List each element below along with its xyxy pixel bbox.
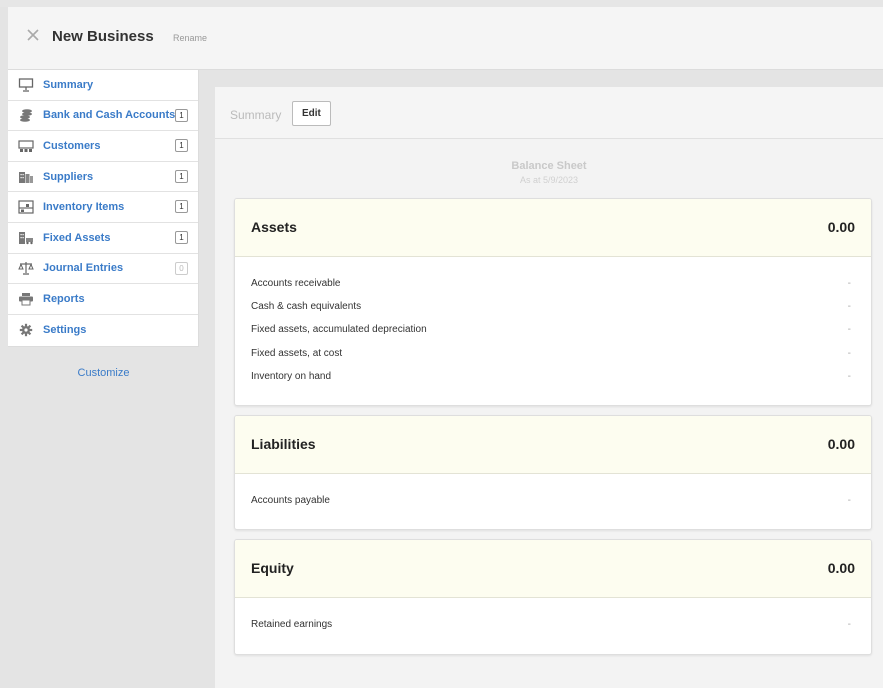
account-name[interactable]: Accounts receivable <box>251 278 341 289</box>
count-badge: 0 <box>175 261 188 275</box>
section-title: Equity <box>251 560 294 576</box>
account-row[interactable]: Fixed assets, at cost - <box>235 348 871 371</box>
account-value: - <box>847 619 851 630</box>
sidebar-item-bank-and-cash-accounts[interactable]: Bank and Cash Accounts 1 <box>8 101 198 132</box>
coins-icon <box>17 108 34 123</box>
sidebar-item-inventory-items[interactable]: Inventory Items 1 <box>8 192 198 223</box>
account-name[interactable]: Fixed assets, accumulated depreciation <box>251 324 427 335</box>
breadcrumb: Summary <box>230 108 282 122</box>
sidebar-item-suppliers[interactable]: Suppliers 1 <box>8 162 198 193</box>
report-title: Balance Sheet <box>511 160 587 172</box>
top-strip <box>0 0 883 7</box>
count-badge: 1 <box>175 169 188 183</box>
account-value: - <box>847 347 851 359</box>
account-row[interactable]: Accounts receivable - <box>235 278 871 301</box>
section-header: Assets 0.00 <box>235 199 871 257</box>
customize-link[interactable]: Customize <box>8 367 199 379</box>
business-name: New Business <box>52 28 154 45</box>
account-row[interactable]: Fixed assets, accumulated depreciation - <box>235 324 871 347</box>
sidebar-item-journal-entries[interactable]: Journal Entries 0 <box>8 254 198 285</box>
section-total: 0.00 <box>827 219 855 235</box>
sidebar-item-label: Fixed Assets <box>43 231 111 244</box>
account-row[interactable]: Retained earnings - <box>235 619 871 642</box>
section-total: 0.00 <box>827 436 855 452</box>
sidebar-item-customers[interactable]: Customers 1 <box>8 131 198 162</box>
count-badge: 1 <box>175 108 188 122</box>
section-equity: Equity 0.00 Retained earnings - <box>234 539 872 655</box>
fixed-assets-icon <box>17 231 34 245</box>
sidebar-item-summary[interactable]: Summary <box>8 70 198 101</box>
sidebar-item-settings[interactable]: Settings <box>8 315 198 346</box>
main-panel: Summary Edit Balance Sheet As at 5/9/202… <box>215 87 883 688</box>
count-badge: 1 <box>175 230 188 244</box>
sidebar-item-fixed-assets[interactable]: Fixed Assets 1 <box>8 223 198 254</box>
account-name[interactable]: Cash & cash equivalents <box>251 301 361 312</box>
sidebar-item-label: Journal Entries <box>43 262 124 275</box>
account-name[interactable]: Accounts payable <box>251 495 330 506</box>
account-name[interactable]: Retained earnings <box>251 619 332 630</box>
count-badge: 1 <box>175 200 188 214</box>
section-header: Equity 0.00 <box>235 540 871 598</box>
account-row[interactable]: Inventory on hand - <box>235 371 871 394</box>
account-value: - <box>847 278 851 289</box>
account-value: - <box>847 370 851 382</box>
report-date: As at 5/9/2023 <box>519 175 579 185</box>
presentation-board-icon <box>17 78 34 92</box>
sidebar-item-label: Customers <box>43 139 101 152</box>
account-value: - <box>847 324 851 336</box>
scales-icon <box>17 261 34 276</box>
rename-link[interactable]: Rename <box>173 33 207 43</box>
gear-icon <box>17 323 34 337</box>
printer-icon <box>17 292 34 306</box>
sidebar-item-reports[interactable]: Reports <box>8 284 198 315</box>
account-row[interactable]: Accounts payable - <box>235 495 871 518</box>
customers-icon <box>17 139 34 153</box>
count-badge: 1 <box>175 139 188 153</box>
sidebar-item-label: Bank and Cash Accounts <box>43 109 176 122</box>
edit-button[interactable]: Edit <box>292 101 331 126</box>
sidebar-item-label: Suppliers <box>43 170 94 183</box>
section-assets: Assets 0.00 Accounts receivable - Cash &… <box>234 198 872 406</box>
sidebar-item-label: Settings <box>43 324 87 337</box>
account-row[interactable]: Cash & cash equivalents - <box>235 301 871 324</box>
section-header: Liabilities 0.00 <box>235 416 871 474</box>
business-header: New Business Rename <box>8 7 883 70</box>
section-title: Assets <box>251 219 297 235</box>
section-total: 0.00 <box>827 560 855 576</box>
close-icon[interactable] <box>25 27 41 43</box>
sidebar: Summary Bank and Cash Accounts 1 Custome… <box>8 70 199 347</box>
sidebar-item-label: Reports <box>43 292 85 305</box>
sidebar-item-label: Summary <box>43 78 94 91</box>
account-value: - <box>847 301 851 313</box>
section-title: Liabilities <box>251 436 316 452</box>
inventory-icon <box>17 200 34 214</box>
account-value: - <box>847 495 851 506</box>
account-name[interactable]: Inventory on hand <box>251 371 331 382</box>
main-toolbar: Summary Edit <box>215 87 883 139</box>
buildings-icon <box>17 170 34 184</box>
sidebar-item-label: Inventory Items <box>43 201 125 214</box>
section-liabilities: Liabilities 0.00 Accounts payable - <box>234 415 872 530</box>
account-name[interactable]: Fixed assets, at cost <box>251 348 342 359</box>
